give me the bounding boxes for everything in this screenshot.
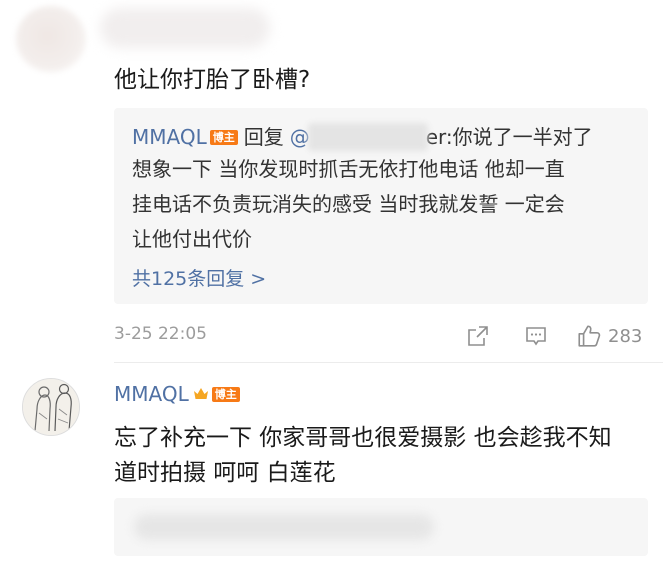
share-icon	[468, 326, 488, 346]
comment-author: MMAQL 博主	[114, 382, 246, 406]
comment-text-line-1: 忘了补充一下 你家哥哥也很爱摄影 也会趁我不知	[114, 425, 612, 451]
sketch-avatar-icon	[23, 379, 79, 435]
blogger-badge: 博主	[209, 129, 238, 145]
blurred-mention[interactable]	[307, 123, 428, 151]
blurred-reply-text	[134, 514, 434, 540]
share-button[interactable]	[466, 322, 490, 350]
reply-header: MMAQL 博主 回复 @ er:你说了一半对了	[132, 122, 593, 152]
crown-icon	[193, 388, 208, 399]
comment-text-line-2: 道时拍摄 呵呵 白莲花	[114, 460, 336, 486]
more-replies-link[interactable]: 共125条回复 >	[132, 264, 266, 294]
blurred-reply-box[interactable]	[114, 498, 648, 556]
reply-text-line-1: er:你说了一半对了	[425, 125, 593, 149]
avatar[interactable]	[22, 378, 80, 436]
like-button[interactable]: 283	[576, 322, 642, 350]
reply-thread-box[interactable]: MMAQL 博主 回复 @ er:你说了一半对了 想象一下 当你发现时抓舌无依打…	[114, 108, 648, 304]
comment-meta-row: 3-25 22:05 283	[114, 322, 650, 350]
blogger-badge: 博主	[211, 386, 240, 402]
reply-text-line-3: 挂电话不负责玩消失的感受 当时我就发誓 一定会	[132, 192, 565, 216]
reply-text-line-4: 让他付出代价	[132, 227, 252, 251]
reply-word: 回复	[243, 125, 284, 149]
comment-button[interactable]	[524, 322, 548, 350]
reply-text-line-2: 想象一下 当你发现时抓舌无依打他电话 他却一直	[132, 157, 565, 181]
blurred-avatar[interactable]	[16, 6, 86, 72]
blurred-username[interactable]	[100, 8, 270, 48]
divider	[114, 362, 663, 363]
author-name-link[interactable]: MMAQL	[114, 382, 189, 406]
mention-prefix[interactable]: @	[290, 122, 310, 152]
comment-icon	[526, 327, 546, 346]
comment-text: 他让你打胎了卧槽?	[114, 67, 311, 93]
reply-author-link[interactable]: MMAQL	[132, 122, 207, 152]
like-icon	[578, 325, 601, 347]
like-count: 283	[608, 325, 643, 347]
timestamp: 3-25 22:05	[114, 324, 207, 344]
